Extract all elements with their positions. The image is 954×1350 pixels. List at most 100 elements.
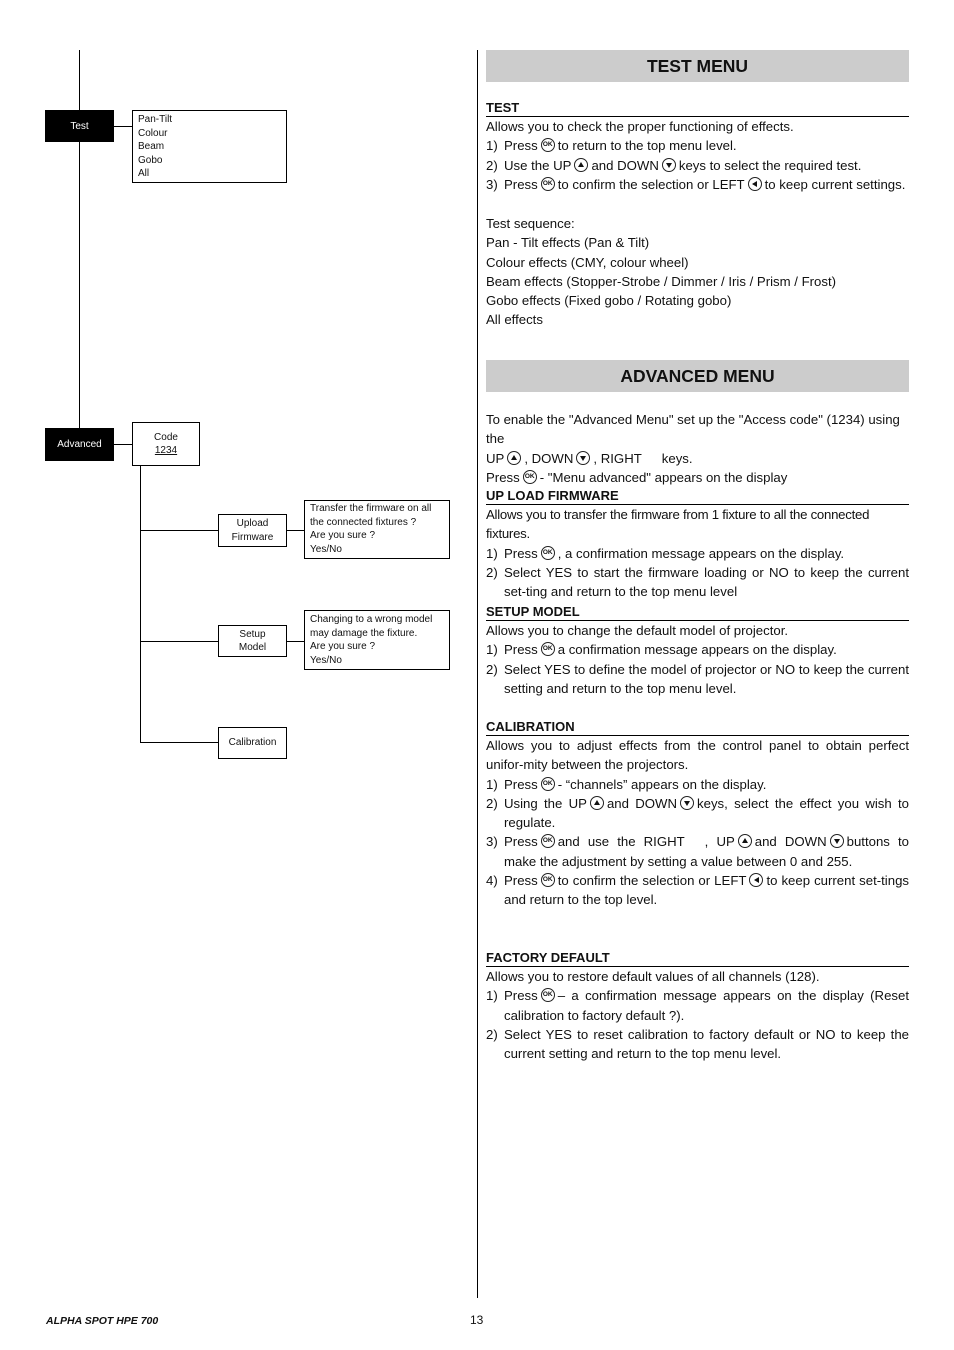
ok-key-icon bbox=[540, 988, 555, 1003]
left-key-icon bbox=[747, 176, 762, 191]
test-step-2: 2) Use the UP and DOWN keys to select the … bbox=[486, 156, 909, 175]
test-node-label: Test bbox=[70, 120, 89, 132]
test-option: Beam bbox=[138, 141, 165, 152]
up-key-icon bbox=[737, 834, 752, 849]
ok-key-icon bbox=[540, 138, 555, 153]
sequence-item: Gobo effects (Fixed gobo / Rotating gobo… bbox=[486, 293, 732, 309]
test-option: All bbox=[138, 168, 150, 179]
intro-text: , RIGHT bbox=[593, 450, 642, 466]
setup-model-heading: SETUP MODEL bbox=[486, 604, 909, 621]
calibration-heading: CALIBRATION bbox=[486, 719, 909, 736]
message-line: the connected fixtures ? bbox=[310, 516, 417, 528]
step: 1) Press , a confirmation message appears … bbox=[486, 544, 909, 563]
test-menu-title: TEST MENU bbox=[646, 55, 749, 76]
sequence-item: Colour effects (CMY, colour wheel) bbox=[486, 254, 689, 270]
advanced-node: Advanced bbox=[45, 428, 114, 461]
step-number: 1) bbox=[486, 138, 498, 154]
ok-key-icon bbox=[540, 642, 555, 657]
step-number: 1) bbox=[486, 545, 498, 561]
connector-line bbox=[287, 530, 305, 531]
test-intro: Allows you to check the proper functioni… bbox=[486, 119, 794, 134]
step-text: and DOWN bbox=[591, 157, 659, 173]
message-line: Yes/No bbox=[310, 654, 342, 666]
ok-key-icon bbox=[540, 176, 555, 191]
step-text: Press bbox=[504, 834, 538, 850]
section-intro: Allows you to change the default model o… bbox=[486, 623, 789, 638]
step-text: and DOWN bbox=[754, 834, 827, 850]
step-text: to confirm the selection or LEFT bbox=[557, 176, 745, 192]
connector-line bbox=[140, 742, 219, 743]
left-key-icon bbox=[749, 873, 764, 888]
footer-product-name: ALPHA SPOT HPE 700 bbox=[46, 1315, 159, 1327]
step-text: Select YES to reset calibration to facto… bbox=[504, 1026, 909, 1062]
intro-text: - "Menu advanced" appears on the display bbox=[539, 469, 788, 485]
step: 2) Using the UP and DOWN keys, select the e… bbox=[486, 794, 909, 833]
intro-text: keys. bbox=[661, 450, 693, 466]
step-text: Press bbox=[504, 545, 538, 561]
test-menu-banner: TEST MENU bbox=[486, 50, 909, 82]
step-number: 1) bbox=[486, 776, 498, 792]
connector-line bbox=[140, 641, 219, 642]
step-text: Using the UP bbox=[504, 795, 587, 811]
step-number: 2) bbox=[486, 1026, 498, 1042]
node-label: Upload bbox=[236, 518, 269, 529]
up-key-icon bbox=[574, 157, 589, 172]
advanced-intro: To enable the "Advanced Menu" set up the… bbox=[486, 410, 909, 487]
down-key-icon bbox=[576, 450, 591, 465]
factory-default-heading: FACTORY DEFAULT bbox=[486, 950, 909, 967]
advanced-branch-line bbox=[140, 466, 141, 742]
step-number: 3) bbox=[486, 834, 498, 850]
test-heading: TEST bbox=[486, 100, 909, 117]
step-text: , a confirmation message appears on the … bbox=[557, 545, 845, 561]
advanced-menu-title: ADVANCED MENU bbox=[620, 365, 775, 386]
step: 1) Press– a confirmation message appears … bbox=[486, 986, 909, 1025]
code-box: Code 1234 bbox=[132, 422, 200, 466]
step-number: 2) bbox=[486, 795, 498, 811]
page-number: 13 bbox=[470, 1313, 484, 1327]
step: 3)Pressand use the RIGHT, UPand DOWNbutt… bbox=[486, 832, 909, 871]
upload-firmware-section: UP LOAD FIRMWARE Allows you to transfer … bbox=[486, 488, 909, 601]
column-divider bbox=[477, 50, 478, 1298]
step-text: a confirmation message appears on the di… bbox=[557, 642, 837, 658]
step-text: Press bbox=[504, 988, 538, 1004]
step-number: 2) bbox=[486, 564, 498, 580]
section-intro: Allows you to restore default values of … bbox=[486, 969, 820, 984]
node-label: Model bbox=[238, 642, 267, 653]
ok-key-icon bbox=[522, 469, 537, 484]
intro-text: Press bbox=[486, 469, 520, 485]
step-text: Select YES to start the firmware loading… bbox=[504, 564, 909, 600]
advanced-menu-banner: ADVANCED MENU bbox=[486, 360, 909, 392]
step-number: 3) bbox=[486, 176, 498, 192]
test-option: Pan-Tilt bbox=[138, 114, 173, 125]
up-key-icon bbox=[589, 795, 604, 810]
up-key-icon bbox=[507, 450, 522, 465]
upload-firmware-message-box: Transfer the firmware on all the connect… bbox=[304, 500, 450, 559]
step: 2) Select YES to reset calibration to fac… bbox=[486, 1025, 909, 1064]
step-text: to confirm the selection or LEFT bbox=[557, 873, 747, 889]
step: 1) Press - “channels” appears on the displ… bbox=[486, 775, 909, 794]
message-line: may damage the fixture. bbox=[310, 627, 418, 639]
message-line: Are you sure ? bbox=[310, 530, 376, 541]
intro-text: UP bbox=[486, 450, 505, 466]
node-label: Calibration bbox=[228, 737, 277, 749]
step-text: to return to the top menu level. bbox=[557, 138, 737, 154]
step-number: 4) bbox=[486, 873, 498, 889]
step-text: Select YES to define the model of projec… bbox=[504, 661, 909, 696]
step-number: 2) bbox=[486, 661, 498, 677]
code-value: 1234 bbox=[154, 445, 178, 456]
connector-line bbox=[140, 530, 219, 531]
step-text: to keep current settings. bbox=[764, 176, 906, 192]
step-text: keys to select the required test. bbox=[678, 157, 862, 173]
advanced-intro-text: To enable the "Advanced Menu" set up the… bbox=[486, 412, 900, 447]
step-text: Press bbox=[504, 138, 538, 154]
calibration-node: Calibration bbox=[218, 727, 287, 759]
sequence-title: Test sequence: bbox=[486, 216, 575, 231]
tree-trunk-line bbox=[79, 50, 80, 428]
ok-key-icon bbox=[540, 873, 555, 888]
step-text: and DOWN bbox=[606, 795, 678, 811]
step-text: and use the RIGHT bbox=[557, 834, 685, 850]
step-text: Use the UP bbox=[504, 157, 572, 173]
step: 2) Select YES to define the model of proj… bbox=[486, 660, 909, 699]
step-number: 1) bbox=[486, 642, 498, 658]
connector-line bbox=[114, 444, 133, 445]
